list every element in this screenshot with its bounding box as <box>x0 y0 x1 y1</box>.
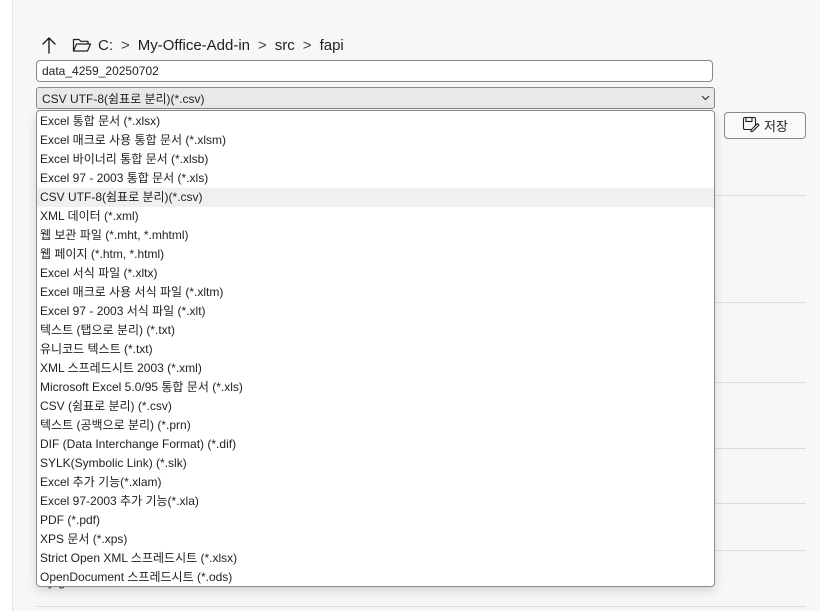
file-type-option[interactable]: 텍스트 (공백으로 분리) (*.prn) <box>37 416 714 435</box>
file-type-option[interactable]: Excel 97 - 2003 서식 파일 (*.xlt) <box>37 302 714 321</box>
file-type-option[interactable]: 유니코드 텍스트 (*.txt) <box>37 340 714 359</box>
save-button[interactable]: 저장 <box>724 112 806 139</box>
file-type-dropdown-list[interactable]: Excel 통합 문서 (*.xlsx) Excel 매크로 사용 통합 문서 (… <box>36 110 715 587</box>
breadcrumb-segment-fapi[interactable]: fapi <box>320 37 344 54</box>
file-type-option[interactable]: 웹 보관 파일 (*.mht, *.mhtml) <box>37 226 714 245</box>
breadcrumb-segment-project[interactable]: My-Office-Add-in <box>138 37 250 54</box>
folder-open-icon <box>72 36 94 54</box>
file-type-option[interactable]: SYLK(Symbolic Link) (*.slk) <box>37 454 714 473</box>
left-rail <box>0 0 13 611</box>
file-type-option[interactable]: CSV (쉼표로 분리) (*.csv) <box>37 397 714 416</box>
file-type-option[interactable]: DIF (Data Interchange Format) (*.dif) <box>37 435 714 454</box>
file-type-option[interactable]: Excel 97-2003 추가 기능(*.xla) <box>37 492 714 511</box>
file-type-option[interactable]: Excel 97 - 2003 통합 문서 (*.xls) <box>37 169 714 188</box>
file-type-option[interactable]: Microsoft Excel 5.0/95 통합 문서 (*.xls) <box>37 378 714 397</box>
breadcrumb: C: > My-Office-Add-in > src > fapi <box>38 33 344 57</box>
file-type-option[interactable]: Excel 추가 기능(*.xlam) <box>37 473 714 492</box>
file-name-input[interactable] <box>36 60 713 82</box>
chevron-down-icon <box>698 93 712 104</box>
save-icon <box>742 116 760 135</box>
file-type-option[interactable]: Strict Open XML 스프레드시트 (*.xlsx) <box>37 549 714 568</box>
file-type-select[interactable]: CSV UTF-8(쉼표로 분리)(*.csv) <box>36 87 715 109</box>
breadcrumb-separator: > <box>121 36 130 54</box>
file-type-option[interactable]: Excel 바이너리 통합 문서 (*.xlsb) <box>37 150 714 169</box>
file-type-option[interactable]: Excel 통합 문서 (*.xlsx) <box>37 112 714 131</box>
file-type-option[interactable]: XML 스프레드시트 2003 (*.xml) <box>37 359 714 378</box>
breadcrumb-separator: > <box>302 36 312 54</box>
file-type-option[interactable]: OpenDocument 스프레드시트 (*.ods) <box>37 568 714 586</box>
breadcrumb-segment-src[interactable]: src <box>275 37 295 54</box>
file-type-option[interactable]: XPS 문서 (*.xps) <box>37 530 714 549</box>
file-type-option[interactable]: XML 데이터 (*.xml) <box>37 207 714 226</box>
file-type-option[interactable]: Excel 매크로 사용 서식 파일 (*.xltm) <box>37 283 714 302</box>
file-type-option[interactable]: Excel 매크로 사용 통합 문서 (*.xlsm) <box>37 131 714 150</box>
file-type-option[interactable]: PDF (*.pdf) <box>37 511 714 530</box>
file-type-option[interactable]: 웹 페이지 (*.htm, *.html) <box>37 245 714 264</box>
breadcrumb-separator: > <box>258 36 267 54</box>
save-button-label: 저장 <box>764 119 788 134</box>
file-type-option[interactable]: CSV UTF-8(쉼표로 분리)(*.csv) <box>37 188 714 207</box>
divider <box>36 606 806 607</box>
file-type-option[interactable]: 텍스트 (탭으로 분리) (*.txt) <box>37 321 714 340</box>
file-type-option[interactable]: Excel 서식 파일 (*.xltx) <box>37 264 714 283</box>
up-arrow-icon[interactable] <box>38 33 60 57</box>
file-type-selected-value: CSV UTF-8(쉼표로 분리)(*.csv) <box>42 91 205 106</box>
breadcrumb-segment-drive[interactable]: C: <box>98 37 113 54</box>
